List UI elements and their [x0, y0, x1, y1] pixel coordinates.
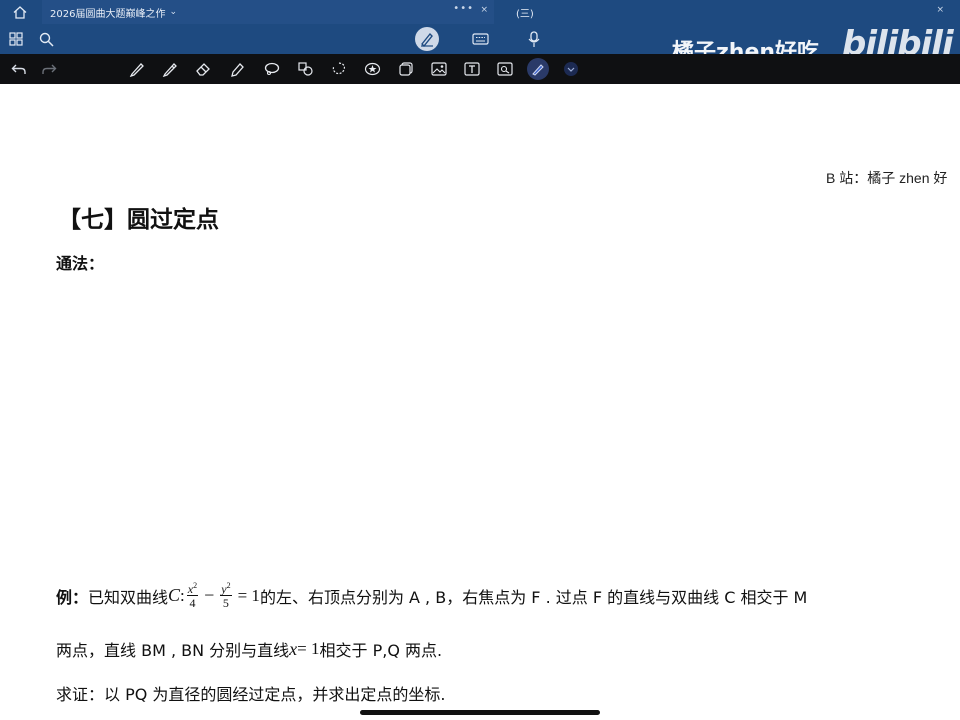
- image-icon[interactable]: [428, 58, 450, 80]
- highlighter-icon[interactable]: [226, 58, 248, 80]
- pen-icon[interactable]: [126, 58, 148, 80]
- lasso-icon[interactable]: [260, 58, 282, 80]
- tab-second[interactable]: (三) ×: [506, 0, 946, 24]
- app-header: 2026届圆曲大题巅峰之作 ⌄ ••• × (三) × 橘子zhen好吃 bil…: [0, 0, 960, 65]
- colon: :: [180, 585, 185, 605]
- example-label: 例：: [56, 587, 89, 607]
- search-icon[interactable]: [36, 29, 56, 49]
- chevron-down-icon[interactable]: ⌄: [169, 7, 177, 17]
- equals-one: = 1: [237, 585, 260, 605]
- credit-text: B 站：橘子 zhen 好: [826, 170, 948, 186]
- drawing-toolbar: [0, 54, 960, 134]
- fraction-x: x2 4: [186, 581, 199, 610]
- chevron-down-icon[interactable]: [560, 58, 582, 80]
- section-title: 【七】圆过定点: [58, 207, 219, 233]
- example-line2-post: 相交于 P,Q 两点.: [319, 641, 443, 660]
- more-icon[interactable]: •••: [453, 3, 474, 14]
- line2-equation: = 1: [297, 639, 320, 658]
- fraction-y: y2 5: [220, 581, 232, 610]
- laser-icon[interactable]: [527, 58, 549, 80]
- pencil-icon[interactable]: [159, 58, 181, 80]
- document-page[interactable]: B 站：橘子 zhen 好 【七】圆过定点 通法： 例： 已知双曲线 C : x…: [0, 84, 960, 720]
- pen-mode-icon[interactable]: [415, 27, 439, 51]
- grid-icon[interactable]: [6, 29, 26, 49]
- eraser-icon[interactable]: [192, 58, 214, 80]
- example-line-3: 求证：以 PQ 为直径的圆经过定点，并求出定点的坐标.: [56, 681, 446, 705]
- example-text-post: 的左、右顶点分别为 A , B，右焦点为 F . 过点 F 的直线与双曲线 C …: [259, 587, 808, 607]
- example-line2-pre: 两点，直线 BM , BN 分别与直线: [56, 641, 290, 660]
- method-label: 通法：: [56, 254, 105, 273]
- close-tab-icon[interactable]: ×: [936, 5, 944, 15]
- close-tab-icon[interactable]: ×: [480, 5, 488, 15]
- undo-icon[interactable]: [8, 58, 30, 80]
- textbox-icon[interactable]: [461, 58, 483, 80]
- shapes-icon[interactable]: [294, 58, 316, 80]
- tab-document[interactable]: 2026届圆曲大题巅峰之作 ⌄ ••• ×: [42, 0, 494, 24]
- selection-icon[interactable]: [328, 58, 350, 80]
- tab-document-title: 2026届圆曲大题巅峰之作: [50, 8, 166, 20]
- home-icon: [13, 5, 27, 19]
- keyboard-icon[interactable]: [468, 27, 492, 51]
- curve-name: C: [168, 585, 181, 605]
- example-line-2: 两点，直线 BM , BN 分别与直线 x = 1 相交于 P,Q 两点.: [56, 637, 442, 661]
- tab-row: 2026届圆曲大题巅峰之作 ⌄ ••• × (三) ×: [0, 0, 960, 24]
- home-indicator[interactable]: [360, 710, 600, 715]
- element-icon[interactable]: [395, 58, 417, 80]
- minus-sign: −: [204, 585, 215, 605]
- example-line3: 求证：以 PQ 为直径的圆经过定点，并求出定点的坐标.: [56, 685, 446, 704]
- tab-second-title: (三): [516, 8, 534, 20]
- line2-variable: x: [289, 638, 298, 659]
- redo-icon[interactable]: [38, 58, 60, 80]
- example-line-1: 例： 已知双曲线 C : x2 4 − y2 5 = 1 的左、右顶点分别为 A…: [56, 581, 808, 610]
- microphone-icon[interactable]: [522, 27, 546, 51]
- zoom-window-icon[interactable]: [494, 58, 516, 80]
- sticker-icon[interactable]: [361, 58, 383, 80]
- home-button[interactable]: [8, 3, 32, 21]
- example-text-pre: 已知双曲线: [88, 587, 169, 607]
